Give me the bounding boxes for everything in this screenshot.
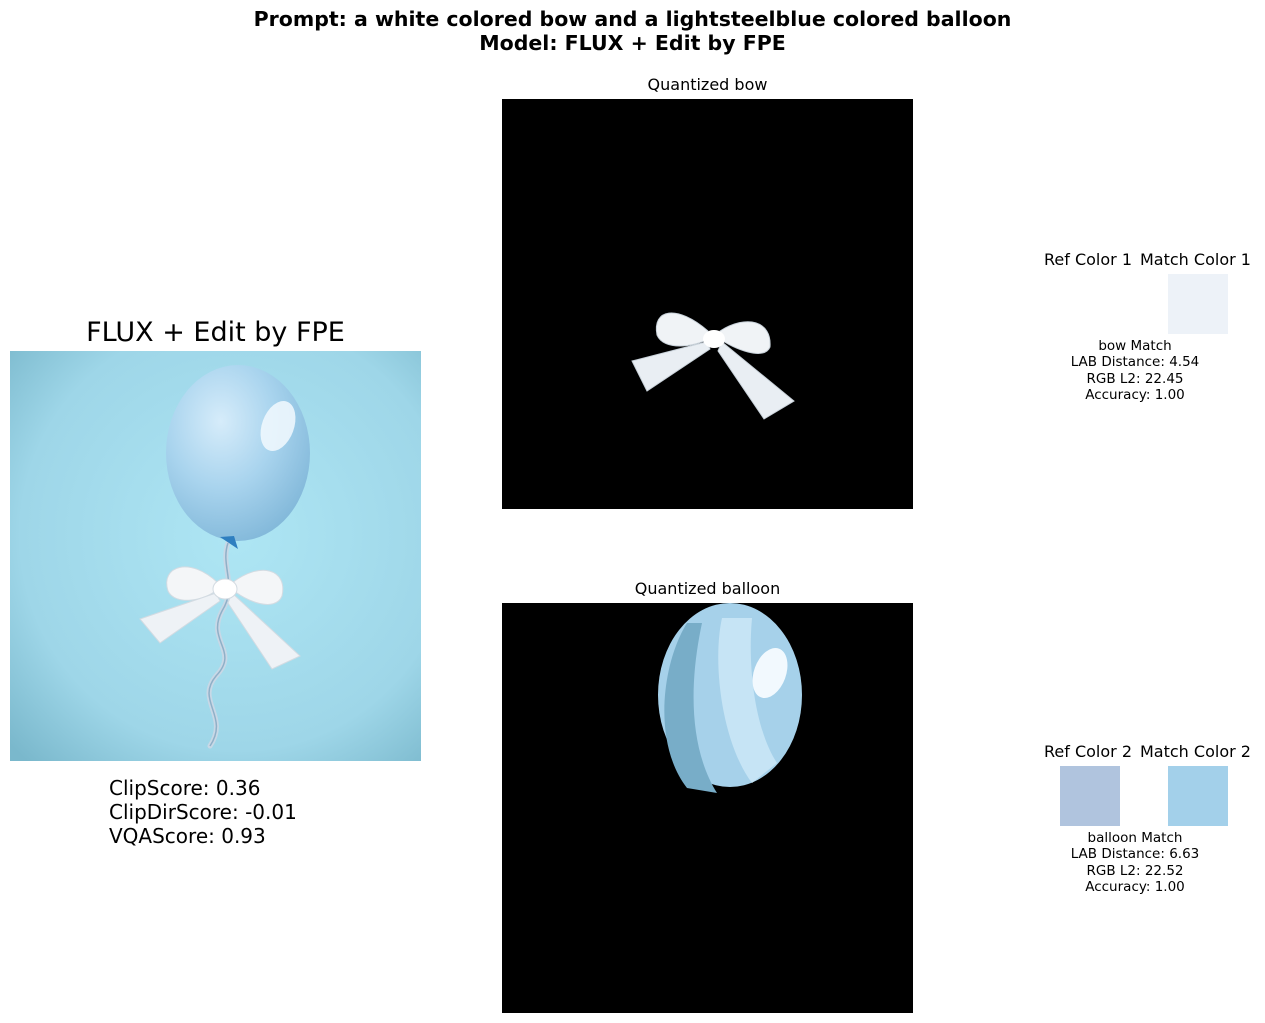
clip-dir-score: ClipDirScore: -0.01	[109, 800, 297, 824]
quantized-balloon-title: Quantized balloon	[634, 579, 781, 598]
quantized-bow-image	[502, 99, 913, 509]
generated-image-title: FLUX + Edit by FPE	[86, 317, 345, 348]
bow-rgb-l2: RGB L2: 22.45	[1086, 370, 1184, 387]
match-color-2-swatch	[1168, 766, 1228, 826]
bow-match-label: bow Match	[1098, 338, 1172, 354]
balloon-rgb-l2: RGB L2: 22.52	[1086, 862, 1184, 879]
generated-image	[10, 351, 421, 761]
ref-color-1-swatch	[1060, 274, 1120, 334]
clip-score: ClipScore: 0.36	[109, 776, 261, 800]
ref-color-2-title: Ref Color 2	[1044, 742, 1132, 761]
match-color-1-title: Match Color 1	[1140, 250, 1251, 269]
bow-lab-distance: LAB Distance: 4.54	[1070, 354, 1200, 371]
quantized-bow-title: Quantized bow	[647, 75, 768, 94]
match-color-1-swatch	[1168, 274, 1228, 334]
figure-title-line1: Prompt: a white colored bow and a lights…	[253, 7, 1012, 31]
bow-match-metrics: bow Match LAB Distance: 4.54 RGB L2: 22.…	[1055, 338, 1215, 404]
match-color-2-title: Match Color 2	[1140, 742, 1251, 761]
vqa-score: VQAScore: 0.93	[109, 824, 266, 848]
bow-accuracy: Accuracy: 1.00	[1085, 387, 1185, 404]
quantized-balloon-image	[502, 603, 913, 1013]
balloon-match-metrics: balloon Match LAB Distance: 6.63 RGB L2:…	[1055, 830, 1215, 896]
score-list: ClipScore: 0.36 ClipDirScore: -0.01 VQAS…	[109, 776, 297, 848]
balloon-match-label: balloon Match	[1087, 830, 1183, 846]
ref-color-1-title: Ref Color 1	[1044, 250, 1132, 269]
ref-color-2-swatch	[1060, 766, 1120, 826]
balloon-lab-distance: LAB Distance: 6.63	[1070, 846, 1200, 863]
balloon-accuracy: Accuracy: 1.00	[1085, 879, 1185, 896]
figure-title-line2: Model: FLUX + Edit by FPE	[479, 31, 786, 55]
